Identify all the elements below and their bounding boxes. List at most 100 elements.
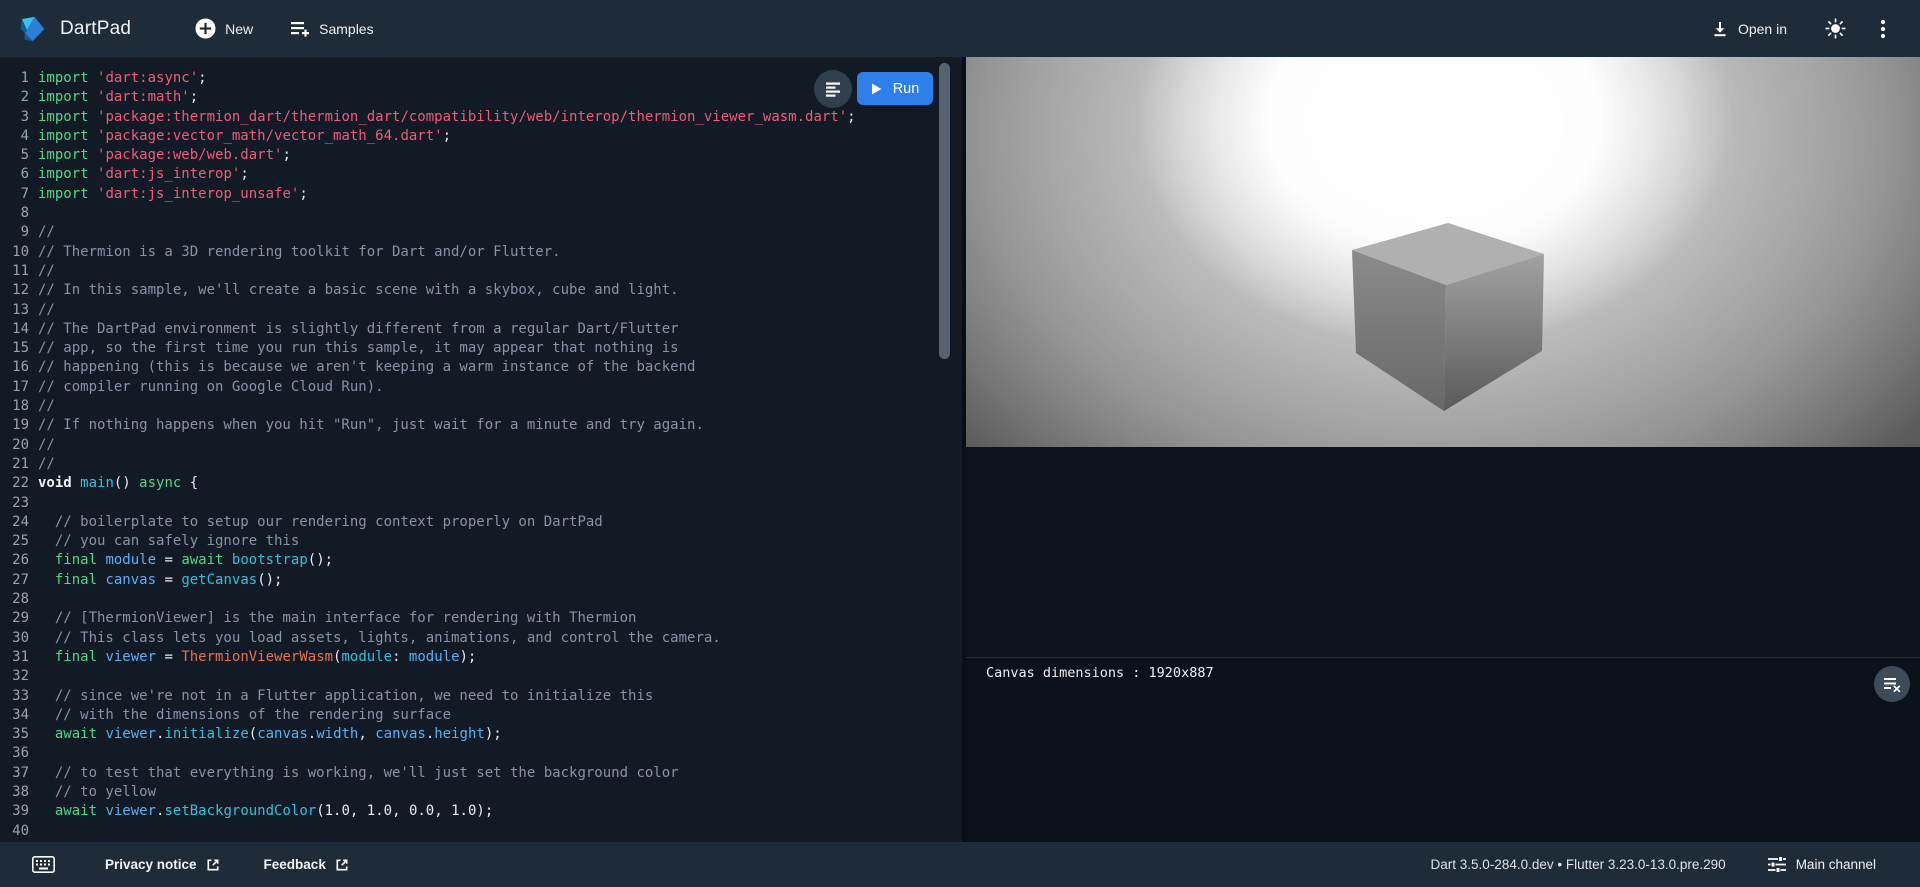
new-button[interactable]: New xyxy=(187,12,261,45)
code-line[interactable]: 4import 'package:vector_math/vector_math… xyxy=(0,127,962,146)
code-text: // boilerplate to setup our rendering co… xyxy=(38,514,603,530)
code-line[interactable]: 6import 'dart:js_interop'; xyxy=(0,165,962,184)
line-number: 25 xyxy=(0,532,38,551)
code-line[interactable]: 27 final canvas = getCanvas(); xyxy=(0,571,962,590)
code-line[interactable]: 18// xyxy=(0,397,962,416)
samples-button[interactable]: Samples xyxy=(283,14,381,43)
code-line[interactable]: 33 // since we're not in a Flutter appli… xyxy=(0,687,962,706)
code-text: // [ThermionViewer] is the main interfac… xyxy=(38,610,636,626)
render-canvas[interactable] xyxy=(966,57,1920,447)
code-line[interactable]: 7import 'dart:js_interop_unsafe'; xyxy=(0,185,962,204)
line-number: 20 xyxy=(0,436,38,455)
code-line[interactable]: 32 xyxy=(0,667,962,686)
line-number: 4 xyxy=(0,127,38,146)
line-number: 33 xyxy=(0,687,38,706)
line-number: 19 xyxy=(0,416,38,435)
feedback-link[interactable]: Feedback xyxy=(262,853,351,876)
code-line[interactable]: 9// xyxy=(0,223,962,242)
code-text: // xyxy=(38,437,55,453)
code-line[interactable]: 24 // boilerplate to setup our rendering… xyxy=(0,513,962,532)
code-line[interactable]: 34 // with the dimensions of the renderi… xyxy=(0,706,962,725)
run-button[interactable]: Run xyxy=(857,72,933,105)
open-in-label: Open in xyxy=(1738,21,1787,37)
code-text: import 'dart:math'; xyxy=(38,89,198,105)
clear-console-icon xyxy=(1884,677,1901,692)
clear-console-button[interactable] xyxy=(1874,666,1910,702)
code-line[interactable]: 12// In this sample, we'll create a basi… xyxy=(0,281,962,300)
code-text: import 'package:thermion_dart/thermion_d… xyxy=(38,109,856,125)
line-number: 24 xyxy=(0,513,38,532)
code-line[interactable]: 35 await viewer.initialize(canvas.width,… xyxy=(0,725,962,744)
dart-logo-icon xyxy=(18,15,46,43)
code-line[interactable]: 16// happening (this is because we aren'… xyxy=(0,358,962,377)
code-text: // since we're not in a Flutter applicat… xyxy=(38,688,653,704)
header-right: Open in xyxy=(1703,0,1920,57)
code-line[interactable]: 31 final viewer = ThermionViewerWasm(mod… xyxy=(0,648,962,667)
line-number: 5 xyxy=(0,146,38,165)
external-link-icon xyxy=(335,858,349,872)
preview-panel: Canvas dimensions : 1920x887 xyxy=(966,57,1920,842)
code-line[interactable]: 20// xyxy=(0,436,962,455)
overflow-menu-button[interactable] xyxy=(1876,15,1890,43)
line-number: 39 xyxy=(0,802,38,821)
run-button-label: Run xyxy=(893,81,920,97)
code-text: import 'dart:js_interop'; xyxy=(38,166,249,182)
code-text: import 'package:web/web.dart'; xyxy=(38,147,291,163)
line-number: 12 xyxy=(0,281,38,300)
privacy-notice-link[interactable]: Privacy notice xyxy=(103,853,222,876)
header-left: DartPad New xyxy=(0,12,382,45)
code-line[interactable]: 13// xyxy=(0,301,962,320)
play-icon xyxy=(871,83,882,95)
line-number: 32 xyxy=(0,667,38,686)
line-number: 8 xyxy=(0,204,38,223)
open-in-button[interactable]: Open in xyxy=(1703,14,1795,44)
code-line[interactable]: 14// The DartPad environment is slightly… xyxy=(0,320,962,339)
brightness-toggle-button[interactable] xyxy=(1821,14,1850,43)
line-number: 21 xyxy=(0,455,38,474)
line-number: 18 xyxy=(0,397,38,416)
code-line[interactable]: 28 xyxy=(0,590,962,609)
tune-icon xyxy=(1768,856,1786,873)
external-link-icon xyxy=(206,858,220,872)
code-line[interactable]: 8 xyxy=(0,204,962,223)
code-line[interactable]: 10// Thermion is a 3D rendering toolkit … xyxy=(0,243,962,262)
console-output: Canvas dimensions : 1920x887 xyxy=(986,665,1214,681)
code-text: final viewer = ThermionViewerWasm(module… xyxy=(38,649,476,665)
code-line[interactable]: 39 await viewer.setBackgroundColor(1.0, … xyxy=(0,802,962,821)
code-text: // to yellow xyxy=(38,784,156,800)
code-line[interactable]: 5import 'package:web/web.dart'; xyxy=(0,146,962,165)
channel-label: Main channel xyxy=(1796,857,1876,872)
code-line[interactable]: 17// compiler running on Google Cloud Ru… xyxy=(0,378,962,397)
code-line[interactable]: 15// app, so the first time you run this… xyxy=(0,339,962,358)
code-line[interactable]: 3import 'package:thermion_dart/thermion_… xyxy=(0,108,962,127)
code-text: // xyxy=(38,263,55,279)
code-line[interactable]: 26 final module = await bootstrap(); xyxy=(0,551,962,570)
code-line[interactable]: 19// If nothing happens when you hit "Ru… xyxy=(0,416,962,435)
code-text: // happening (this is because we aren't … xyxy=(38,359,695,375)
code-line[interactable]: 11// xyxy=(0,262,962,281)
code-line[interactable]: 22void main() async { xyxy=(0,474,962,493)
code-line[interactable]: 21// xyxy=(0,455,962,474)
line-number: 2 xyxy=(0,88,38,107)
code-line[interactable]: 37 // to test that everything is working… xyxy=(0,764,962,783)
line-number: 31 xyxy=(0,648,38,667)
line-number: 15 xyxy=(0,339,38,358)
code-line[interactable]: 25 // you can safely ignore this xyxy=(0,532,962,551)
brightness-sun-icon xyxy=(1825,18,1846,39)
code-text: import 'package:vector_math/vector_math_… xyxy=(38,128,451,144)
code-line[interactable]: 38 // to yellow xyxy=(0,783,962,802)
editor-scrollbar[interactable] xyxy=(939,63,950,359)
code-text: // to test that everything is working, w… xyxy=(38,765,679,781)
line-number: 17 xyxy=(0,378,38,397)
code-line[interactable]: 30 // This class lets you load assets, l… xyxy=(0,629,962,648)
format-button[interactable] xyxy=(814,70,852,108)
code-line[interactable]: 23 xyxy=(0,494,962,513)
code-text: // Thermion is a 3D rendering toolkit fo… xyxy=(38,244,561,260)
code-line[interactable]: 40 xyxy=(0,822,962,841)
code-editor[interactable]: 1import 'dart:async';2import 'dart:math'… xyxy=(0,57,962,842)
keyboard-shortcuts-button[interactable] xyxy=(28,852,59,877)
code-line[interactable]: 36 xyxy=(0,744,962,763)
code-text: import 'dart:js_interop_unsafe'; xyxy=(38,186,308,202)
channel-selector-button[interactable]: Main channel xyxy=(1762,855,1882,874)
code-line[interactable]: 29 // [ThermionViewer] is the main inter… xyxy=(0,609,962,628)
